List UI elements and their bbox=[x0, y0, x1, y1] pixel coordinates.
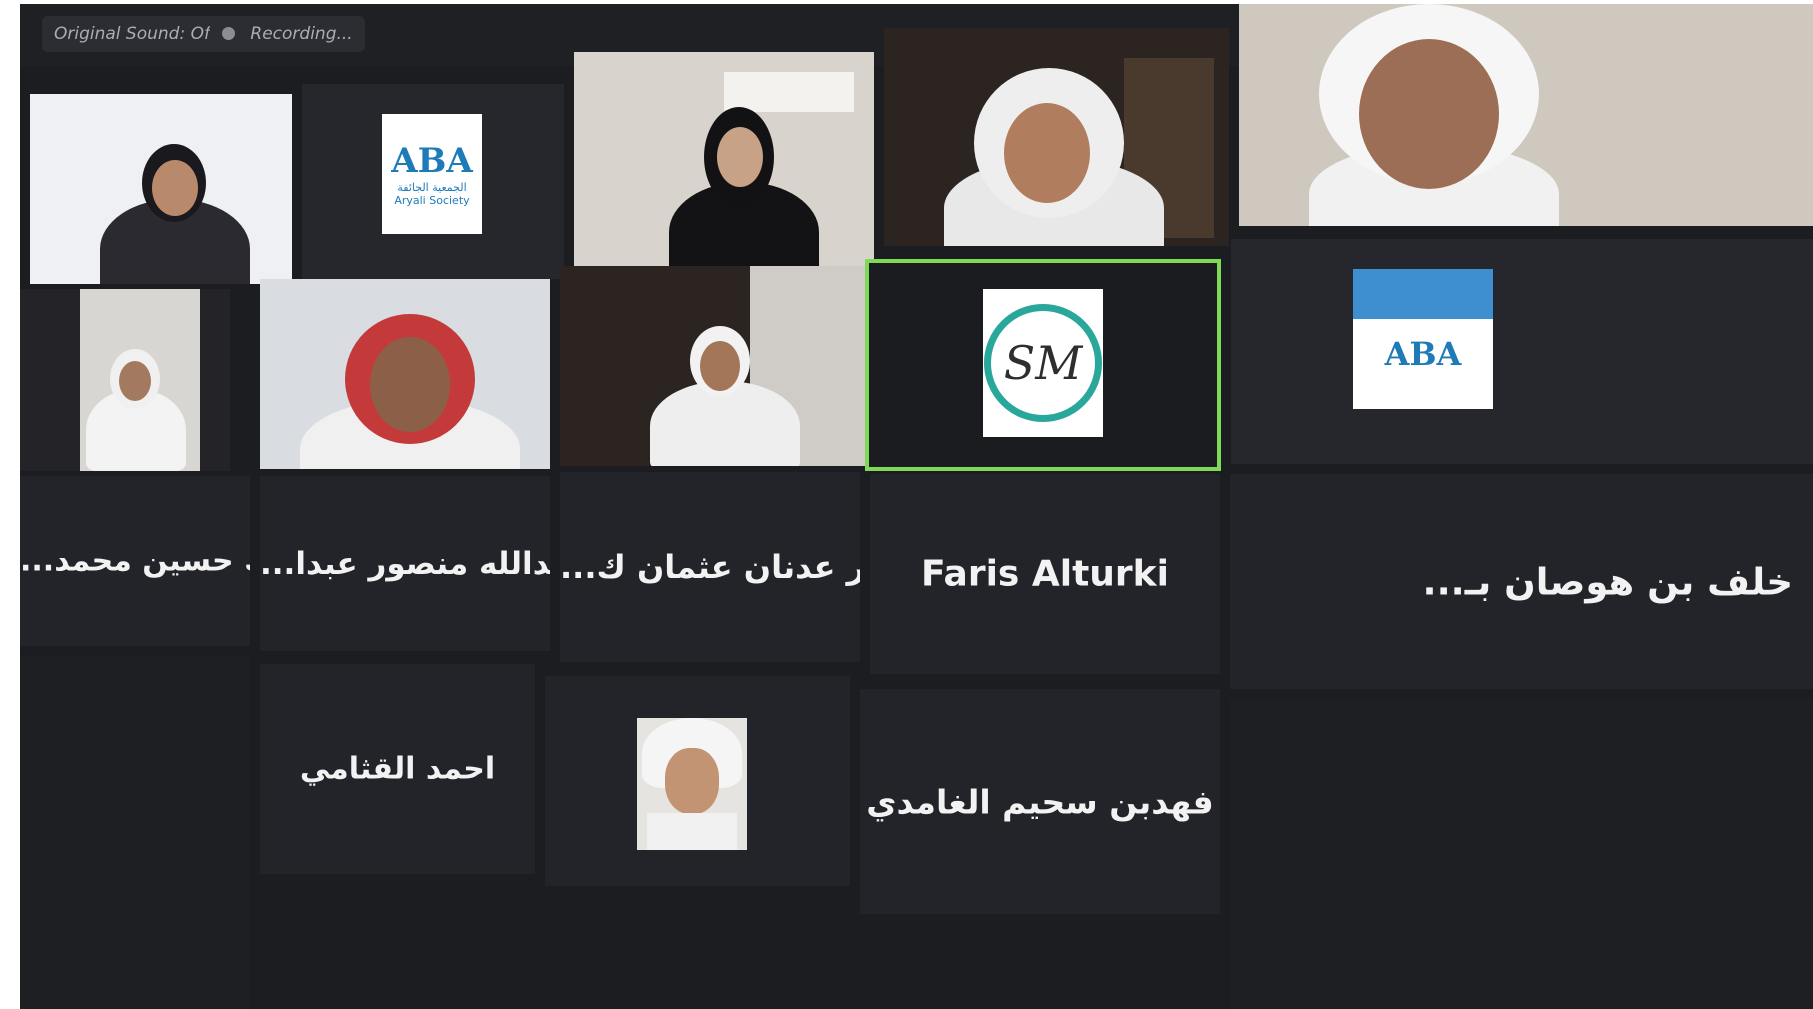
logo-mark: ABA bbox=[391, 141, 473, 181]
name-tile-6[interactable]: احمد القثامي bbox=[260, 664, 535, 874]
recording-indicator[interactable]: Recording... bbox=[210, 16, 365, 52]
video-tile-participant-9[interactable]: SM bbox=[865, 259, 1221, 471]
empty-tile bbox=[1230, 699, 1813, 1009]
participant-name: ...عبدالله منصور عبدا bbox=[260, 545, 550, 582]
video-tile-participant-8[interactable] bbox=[560, 266, 870, 466]
participant-name: ...مبارك حسين محمد bbox=[20, 543, 250, 579]
video-tile-participant-7[interactable] bbox=[260, 279, 550, 469]
participant-name: فهدبن سحيم الغامدي bbox=[866, 782, 1214, 821]
sm-logo-mark: SM bbox=[984, 304, 1102, 422]
participant-photo bbox=[637, 718, 747, 850]
empty-tile bbox=[20, 656, 250, 1009]
recording-label: Recording... bbox=[250, 24, 353, 44]
video-tile-participant-5[interactable] bbox=[1239, 4, 1813, 226]
name-tile-3[interactable]: ...بندر عدنان عثمان ك bbox=[560, 472, 860, 662]
sm-logo: SM bbox=[983, 289, 1103, 437]
name-tile-8[interactable]: فهدبن سحيم الغامدي bbox=[860, 689, 1220, 914]
video-tile-participant-6[interactable] bbox=[20, 289, 230, 471]
participant-name: Faris Alturki bbox=[921, 553, 1169, 595]
logo-subtitle: الجمعية الجائفة Aryali Society bbox=[394, 181, 470, 207]
photo-tile-7[interactable] bbox=[545, 676, 850, 886]
name-tile-5[interactable]: ...خلف بن هوصان بـ bbox=[1230, 474, 1813, 689]
name-tile-4[interactable]: Faris Alturki bbox=[870, 474, 1220, 674]
organization-logo-2: ABA bbox=[1353, 269, 1493, 409]
participant-name: ...بندر عدنان عثمان ك bbox=[560, 548, 860, 586]
video-tile-participant-10[interactable]: ABA bbox=[1231, 239, 1813, 464]
organization-logo: ABA الجمعية الجائفة Aryali Society bbox=[382, 114, 482, 234]
participant-name: احمد القثامي bbox=[299, 751, 496, 787]
video-tile-participant-2[interactable]: ABA الجمعية الجائفة Aryali Society bbox=[302, 84, 564, 279]
record-icon bbox=[222, 27, 235, 40]
original-sound-label: Original Sound: Off bbox=[54, 24, 217, 44]
name-tile-1[interactable]: ...مبارك حسين محمد bbox=[20, 476, 250, 646]
video-tile-participant-3[interactable] bbox=[574, 52, 874, 272]
meeting-screen: Original Sound: Off ▾ Recording... ABA ا… bbox=[20, 4, 1813, 1009]
name-tile-2[interactable]: ...عبدالله منصور عبدا bbox=[260, 476, 550, 651]
video-tile-participant-4[interactable] bbox=[884, 28, 1229, 246]
participant-name: ...خلف بن هوصان بـ bbox=[1422, 560, 1793, 603]
video-tile-participant-1[interactable] bbox=[30, 94, 292, 284]
logo-mark: ABA bbox=[1384, 335, 1462, 373]
